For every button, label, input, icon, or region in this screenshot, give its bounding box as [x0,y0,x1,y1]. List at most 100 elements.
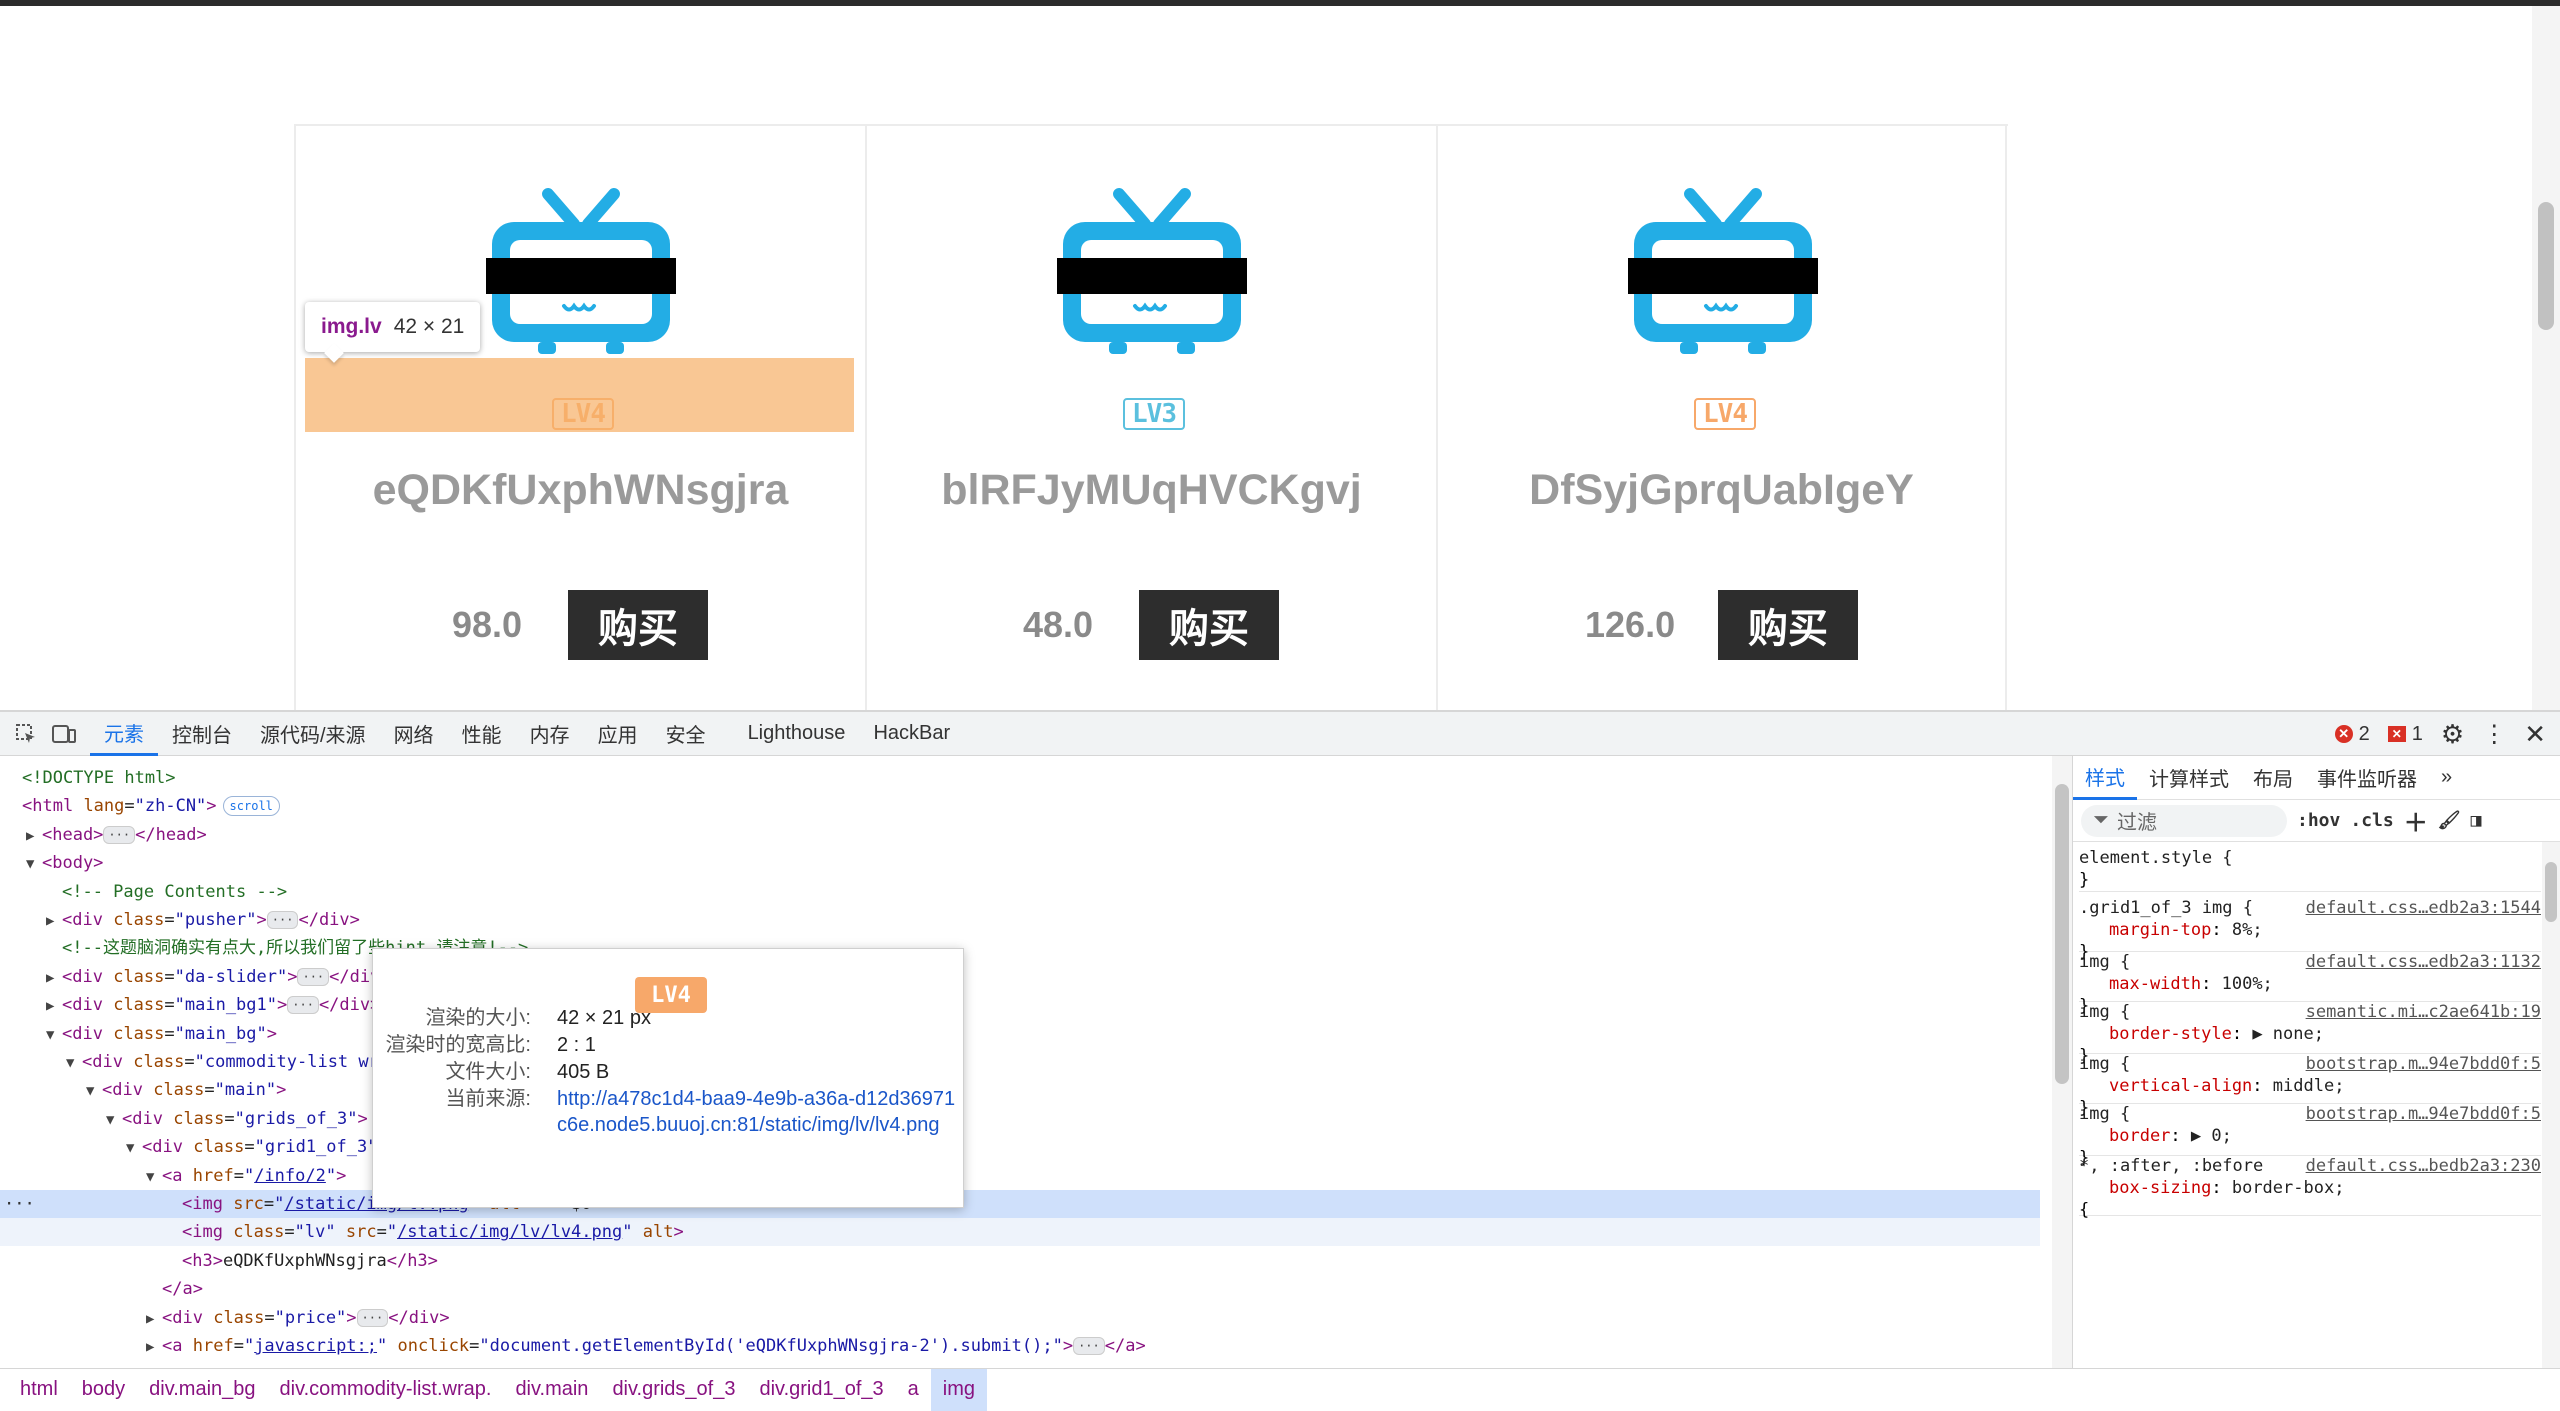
breadcrumb-item[interactable]: div.main [503,1369,600,1411]
expand-arrow-icon[interactable]: ▶ [146,1333,162,1361]
css-declaration[interactable]: border-style: ▶ none; [2109,1024,2324,1044]
expand-arrow-icon[interactable]: ▼ [66,1049,82,1077]
styles-scrollbar-thumb[interactable] [2545,862,2557,922]
issue-badge[interactable]: ✕ 1 [2387,723,2423,746]
expand-arrow-icon[interactable]: ▼ [86,1077,102,1105]
dom-node-line[interactable]: ▼<div class="commodity-list wrap"> [0,1048,2040,1076]
dom-node-line[interactable]: <h3>eQDKfUxphWNsgjra</h3> [0,1247,2040,1275]
dom-node-line[interactable]: <img class="lv" src="/static/img/lv/lv4.… [0,1218,2040,1247]
expand-arrow-icon[interactable]: ▼ [106,1106,122,1134]
rule-source-link[interactable]: bootstrap.m…94e7bdd0f:5 [2306,1054,2541,1074]
devtools-tab[interactable]: 安全 [652,712,720,756]
dom-node-line[interactable]: ▼ <a href="/info/2"> [0,1162,2040,1190]
hover-state-toggle[interactable]: :hov [2297,810,2340,831]
styles-tab[interactable]: 事件监听器 [2305,756,2429,800]
toggle-sidebar-icon[interactable]: ◨ [2471,810,2482,831]
dom-node-line[interactable]: ▶ <a href="javascript:;" onclick="documen… [0,1332,2040,1360]
expand-arrow-icon[interactable]: ▶ [46,964,62,992]
settings-gear-icon[interactable]: ⚙ [2441,719,2464,750]
new-rule-icon[interactable]: ＋ [2404,803,2428,838]
rule-source-link[interactable]: semantic.mi…c2ae641b:19 [2306,1002,2541,1022]
product-name[interactable]: eQDKfUxphWNsgjra [296,466,865,515]
dom-node-line[interactable]: ▶ <div class="main_bg1"> ··· </div> [0,991,2040,1019]
product-name[interactable]: blRFJyMUqHVCKgvj [867,466,1436,515]
devtools-tab[interactable]: Lighthouse [734,712,860,756]
devtools-tab[interactable]: 性能 [448,712,516,756]
dom-node-line[interactable]: ▼ <div class="grids_of_3"> [0,1105,2040,1133]
class-toggle[interactable]: .cls [2350,810,2393,831]
tv-image[interactable] [1057,186,1247,356]
breadcrumb-item[interactable]: body [70,1369,137,1411]
paint-format-icon[interactable]: 🖌 [2438,810,2461,831]
rule-source-link[interactable]: default.css…edb2a3:1132 [2306,952,2541,972]
expand-arrow-icon[interactable]: ▼ [46,1021,62,1049]
breadcrumb-item[interactable]: img [930,1368,988,1411]
dom-node-line[interactable]: ▶ <div class="price"> ··· </div> [0,1304,2040,1332]
tv-image[interactable] [486,186,676,356]
dom-node-line[interactable]: ···<img src="/static/img/tv.png" alt> ==… [0,1190,2040,1218]
expand-arrow-icon[interactable]: ▶ [26,822,42,850]
css-declaration[interactable]: box-sizing: border-box; [2109,1178,2344,1198]
expand-arrow-icon[interactable]: ▶ [46,992,62,1020]
dom-node-line[interactable]: <!--这题脑洞确实有点大,所以我们留了些hint,请注意!--> [0,934,2040,962]
css-declaration[interactable]: vertical-align: middle; [2109,1076,2344,1096]
dom-node-line[interactable]: ▼ <div class="main_bg"> [0,1020,2040,1048]
breadcrumb-item[interactable]: div.grid1_of_3 [747,1369,895,1411]
rule-source-link[interactable]: default.css…bedb2a3:230 [2306,1156,2541,1176]
devtools-tab[interactable]: 源代码/来源 [246,712,380,756]
expand-arrow-icon[interactable]: ▶ [146,1305,162,1333]
dom-node-line[interactable]: ▶ <div class="da-slider"> ··· </div> [0,963,2040,991]
inspect-element-icon[interactable] [14,722,38,746]
styles-scrollbar[interactable] [2542,842,2560,1368]
product-card[interactable]: LV3 blRFJyMUqHVCKgvj 48.0 购买 [865,126,1436,710]
rule-source-link[interactable]: bootstrap.m…94e7bdd0f:5 [2306,1104,2541,1124]
buy-button[interactable]: 购买 [1139,590,1279,660]
elements-scrollbar-thumb[interactable] [2055,784,2069,1084]
styles-tab[interactable]: 样式 [2073,756,2137,800]
image-info-value[interactable]: http://a478c1d4-baa9-4e9b-a36a-d12d36971… [557,1086,957,1138]
devtools-tab[interactable]: 元素 [90,712,158,756]
more-options-icon[interactable]: ⋮ [2482,720,2506,749]
styles-tab[interactable]: 布局 [2241,756,2305,800]
css-declaration[interactable]: max-width: 100%; [2109,974,2273,994]
close-devtools-icon[interactable]: ✕ [2524,719,2546,750]
devtools-tab[interactable]: HackBar [859,712,964,756]
breadcrumb-item[interactable]: div.main_bg [137,1369,267,1411]
breadcrumb-item[interactable]: html [8,1369,70,1411]
expand-arrow-icon[interactable]: ▼ [26,850,42,878]
dom-node-line[interactable]: <html lang="zh-CN"> scroll [0,792,2040,820]
css-declaration[interactable]: margin-top: 8%; [2109,920,2263,940]
dom-node-line[interactable]: ▼ <div class="main"> [0,1076,2040,1104]
css-declaration[interactable]: border: ▶ 0; [2109,1126,2232,1146]
dom-node-line[interactable]: </a> [0,1275,2040,1303]
dom-node-line[interactable]: <!DOCTYPE html> [0,764,2040,792]
expand-arrow-icon[interactable]: ▼ [146,1163,162,1191]
breadcrumb-item[interactable]: div.grids_of_3 [600,1369,747,1411]
product-card[interactable]: LV4 DfSyjGprqUabIgeY 126.0 购买 [1436,126,2007,710]
device-toolbar-icon[interactable] [52,722,76,746]
dom-node-line[interactable]: ▼ <body> [0,849,2040,877]
buy-button[interactable]: 购买 [568,590,708,660]
dom-node-line[interactable]: ▶ <div class="pusher"> ··· </div> [0,906,2040,934]
buy-button[interactable]: 购买 [1718,590,1858,660]
devtools-tab[interactable]: 内存 [516,712,584,756]
devtools-tab[interactable]: 控制台 [158,712,246,756]
page-scrollbar[interactable] [2532,6,2560,710]
dom-node-line[interactable]: ▶ <head> ··· </head> [0,821,2040,849]
styles-filter-input[interactable]: ⏷ 过滤 [2081,804,2287,837]
page-scrollbar-thumb[interactable] [2538,202,2554,330]
expand-arrow-icon[interactable]: ▶ [46,907,62,935]
more-tabs-icon[interactable]: » [2429,756,2464,800]
elements-scrollbar[interactable] [2052,756,2072,1368]
error-badge[interactable]: ✕ 2 [2334,723,2370,746]
dom-node-line[interactable]: ▼<div class="grid1_of_3"> [0,1133,2040,1161]
expand-arrow-icon[interactable]: ▼ [126,1134,142,1162]
devtools-tab[interactable]: 网络 [380,712,448,756]
product-name[interactable]: DfSyjGprqUabIgeY [1438,466,2005,515]
breadcrumb-item[interactable]: div.commodity-list.wrap. [268,1369,504,1411]
rule-source-link[interactable]: default.css…edb2a3:1544 [2306,898,2541,918]
devtools-tab[interactable]: 应用 [584,712,652,756]
tv-image[interactable] [1628,186,1818,356]
styles-tab[interactable]: 计算样式 [2137,756,2241,800]
breadcrumb-item[interactable]: a [896,1369,931,1411]
